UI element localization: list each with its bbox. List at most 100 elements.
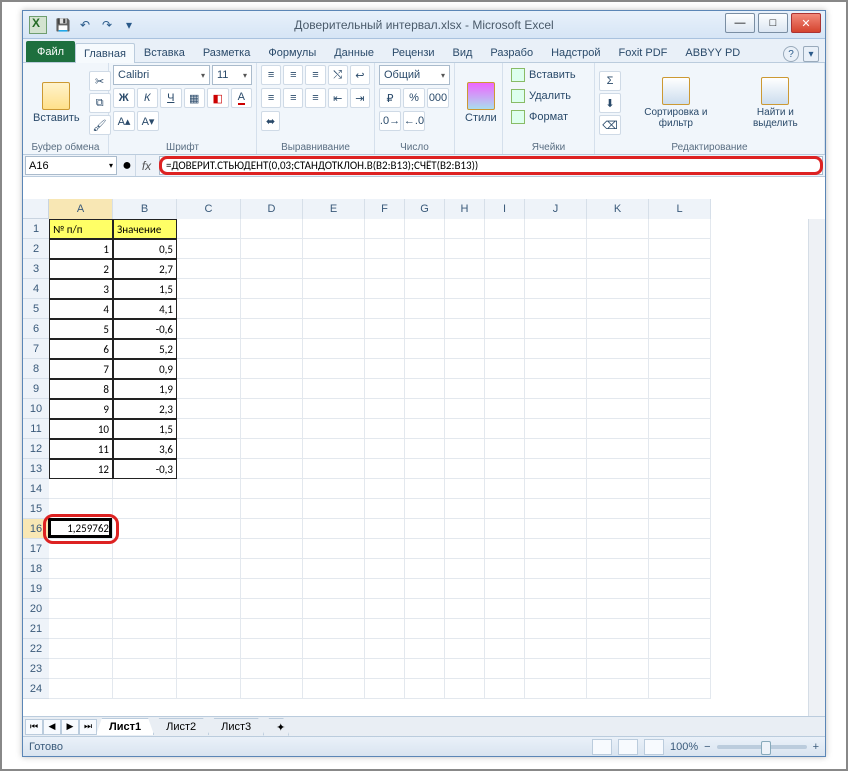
row-header-7[interactable]: 7 xyxy=(23,339,49,359)
name-box[interactable]: A16 ▾ xyxy=(25,156,117,175)
cell-A6[interactable]: 5 xyxy=(49,319,113,339)
tab-developer[interactable]: Разрабо xyxy=(481,42,542,62)
tab-review[interactable]: Рецензи xyxy=(383,42,444,62)
cell-J2[interactable] xyxy=(525,239,587,259)
cell-A19[interactable] xyxy=(49,579,113,599)
cell-C7[interactable] xyxy=(177,339,241,359)
cell-G21[interactable] xyxy=(405,619,445,639)
row-header-1[interactable]: 1 xyxy=(23,219,49,239)
row-header-24[interactable]: 24 xyxy=(23,679,49,699)
cell-F7[interactable] xyxy=(365,339,405,359)
cell-G5[interactable] xyxy=(405,299,445,319)
cell-H13[interactable] xyxy=(445,459,485,479)
cell-I19[interactable] xyxy=(485,579,525,599)
cell-L14[interactable] xyxy=(649,479,711,499)
cell-H3[interactable] xyxy=(445,259,485,279)
cell-F10[interactable] xyxy=(365,399,405,419)
column-header-F[interactable]: F xyxy=(365,199,405,219)
cell-L4[interactable] xyxy=(649,279,711,299)
comma-button[interactable]: 000 xyxy=(427,88,449,108)
cell-L15[interactable] xyxy=(649,499,711,519)
cell-B1-header[interactable]: Значение xyxy=(113,219,177,239)
cell-H10[interactable] xyxy=(445,399,485,419)
cell-A2[interactable]: 1 xyxy=(49,239,113,259)
cell-K8[interactable] xyxy=(587,359,649,379)
cell-F23[interactable] xyxy=(365,659,405,679)
wrap-text-button[interactable]: ↩ xyxy=(350,65,370,85)
cell-E5[interactable] xyxy=(303,299,365,319)
cell-C2[interactable] xyxy=(177,239,241,259)
cell-C19[interactable] xyxy=(177,579,241,599)
column-header-K[interactable]: K xyxy=(587,199,649,219)
maximize-button[interactable]: □ xyxy=(758,13,788,33)
row-header-18[interactable]: 18 xyxy=(23,559,49,579)
cell-A12[interactable]: 11 xyxy=(49,439,113,459)
cell-B18[interactable] xyxy=(113,559,177,579)
cell-I8[interactable] xyxy=(485,359,525,379)
cell-H22[interactable] xyxy=(445,639,485,659)
sheet-tab-2[interactable]: Лист2 xyxy=(153,718,209,735)
cell-J18[interactable] xyxy=(525,559,587,579)
cell-L5[interactable] xyxy=(649,299,711,319)
undo-icon[interactable]: ↶ xyxy=(77,17,93,33)
row-header-9[interactable]: 9 xyxy=(23,379,49,399)
tab-foxit[interactable]: Foxit PDF xyxy=(610,42,677,62)
cell-A16-result[interactable]: 1,259762 xyxy=(49,519,113,539)
cell-K1[interactable] xyxy=(587,219,649,239)
zoom-slider[interactable] xyxy=(717,745,807,749)
cell-D10[interactable] xyxy=(241,399,303,419)
cell-C6[interactable] xyxy=(177,319,241,339)
sheet-tab-3[interactable]: Лист3 xyxy=(208,718,264,735)
column-header-B[interactable]: B xyxy=(113,199,177,219)
cell-B9[interactable]: 1,9 xyxy=(113,379,177,399)
cell-H21[interactable] xyxy=(445,619,485,639)
cell-D14[interactable] xyxy=(241,479,303,499)
cell-G14[interactable] xyxy=(405,479,445,499)
row-header-17[interactable]: 17 xyxy=(23,539,49,559)
sheet-nav-last[interactable]: ⏭ xyxy=(79,719,97,735)
cell-K21[interactable] xyxy=(587,619,649,639)
save-icon[interactable]: 💾 xyxy=(55,17,71,33)
cell-H15[interactable] xyxy=(445,499,485,519)
cell-E17[interactable] xyxy=(303,539,365,559)
tab-layout[interactable]: Разметка xyxy=(194,42,260,62)
cell-E24[interactable] xyxy=(303,679,365,699)
cell-A18[interactable] xyxy=(49,559,113,579)
column-header-J[interactable]: J xyxy=(525,199,587,219)
cell-E3[interactable] xyxy=(303,259,365,279)
cell-F5[interactable] xyxy=(365,299,405,319)
cell-H23[interactable] xyxy=(445,659,485,679)
cell-H12[interactable] xyxy=(445,439,485,459)
cell-I16[interactable] xyxy=(485,519,525,539)
cell-K7[interactable] xyxy=(587,339,649,359)
cell-E11[interactable] xyxy=(303,419,365,439)
cell-H14[interactable] xyxy=(445,479,485,499)
cell-J14[interactable] xyxy=(525,479,587,499)
cell-K12[interactable] xyxy=(587,439,649,459)
cell-L23[interactable] xyxy=(649,659,711,679)
cell-L1[interactable] xyxy=(649,219,711,239)
cell-A3[interactable]: 2 xyxy=(49,259,113,279)
cell-B2[interactable]: 0,5 xyxy=(113,239,177,259)
cell-G2[interactable] xyxy=(405,239,445,259)
cell-E14[interactable] xyxy=(303,479,365,499)
cell-L22[interactable] xyxy=(649,639,711,659)
find-select-button[interactable]: Найти и выделить xyxy=(731,75,820,131)
worksheet-grid[interactable]: ABCDEFGHIJKL 123456789101112131415161718… xyxy=(23,199,825,716)
cell-I7[interactable] xyxy=(485,339,525,359)
italic-button[interactable]: К xyxy=(137,88,159,108)
cell-H5[interactable] xyxy=(445,299,485,319)
cell-L17[interactable] xyxy=(649,539,711,559)
cell-I10[interactable] xyxy=(485,399,525,419)
cell-I18[interactable] xyxy=(485,559,525,579)
cell-A1-header[interactable]: № п/п xyxy=(49,219,113,239)
cell-G6[interactable] xyxy=(405,319,445,339)
cell-F9[interactable] xyxy=(365,379,405,399)
row-header-11[interactable]: 11 xyxy=(23,419,49,439)
cell-I14[interactable] xyxy=(485,479,525,499)
cell-F21[interactable] xyxy=(365,619,405,639)
cell-I13[interactable] xyxy=(485,459,525,479)
cell-F17[interactable] xyxy=(365,539,405,559)
row-header-2[interactable]: 2 xyxy=(23,239,49,259)
decrease-font-button[interactable]: A▾ xyxy=(137,111,159,131)
